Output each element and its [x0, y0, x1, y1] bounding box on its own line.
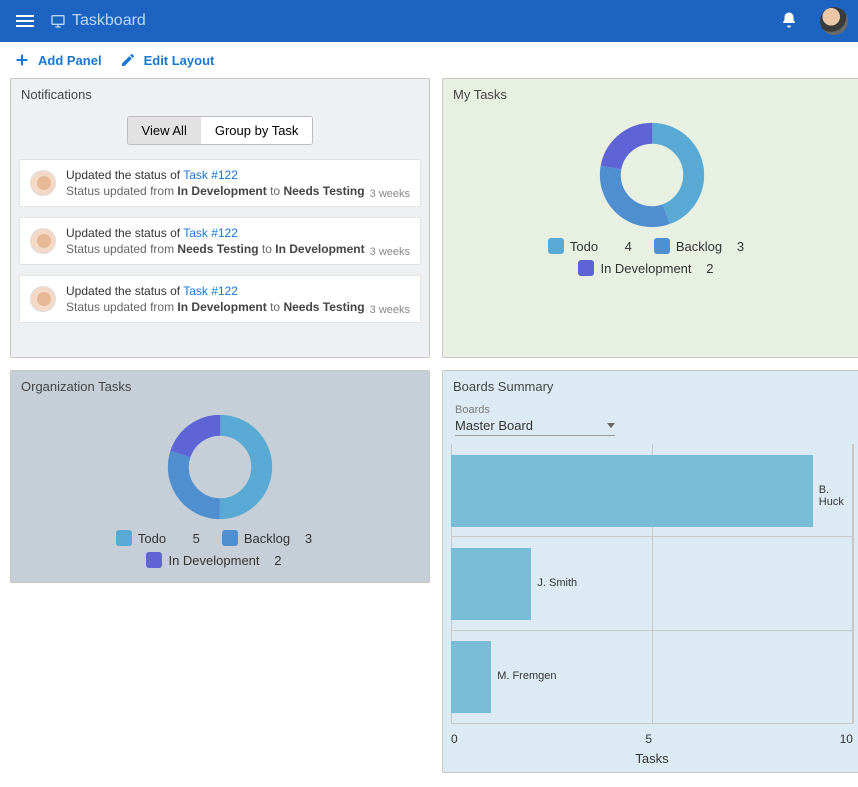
my-tasks-donut: [597, 120, 707, 230]
legend-value: 2: [698, 261, 714, 276]
legend-value: 4: [616, 239, 632, 254]
legend-item: In Development 2: [578, 260, 725, 276]
legend-label: In Development: [600, 261, 691, 276]
add-panel-label: Add Panel: [38, 53, 102, 68]
legend-swatch: [146, 552, 162, 568]
org-tasks-donut: [165, 412, 275, 522]
legend-swatch: [548, 238, 564, 254]
legend-value: 3: [296, 531, 312, 546]
legend-swatch: [222, 530, 238, 546]
bar-label: J. Smith: [537, 577, 577, 589]
tick-label: 10: [840, 732, 853, 746]
notification-time: 3 weeks: [370, 246, 410, 258]
topbar: Taskboard: [0, 0, 858, 42]
boards-select[interactable]: Boards Master Board: [443, 402, 858, 436]
notification-avatar: [30, 228, 56, 254]
notification-time: 3 weeks: [370, 304, 410, 316]
boards-select-value: Master Board: [455, 418, 533, 433]
panel-my-tasks: My Tasks Todo 4 Backlog 3 In Development 2: [442, 78, 858, 358]
tab-view-all[interactable]: View All: [128, 117, 201, 144]
legend-label: In Development: [168, 553, 259, 568]
notifications-tabs: View All Group by Task: [11, 110, 429, 155]
task-link[interactable]: Task #122: [183, 226, 238, 240]
notification-avatar: [30, 170, 56, 196]
notification-time: 3 weeks: [370, 188, 410, 200]
panel-boards-summary: Boards Summary Boards Master Board 0510 …: [442, 370, 858, 773]
legend-value: 3: [728, 239, 744, 254]
dashboard-toolbar: Add Panel Edit Layout: [0, 42, 858, 78]
bar-label: M. Fremgen: [497, 670, 556, 682]
legend-value: 2: [266, 553, 282, 568]
notification-detail: Status updated from In Development to Ne…: [66, 300, 365, 314]
notification-list: Updated the status of Task #122 Status up…: [11, 155, 429, 357]
panel-title: Notifications: [11, 79, 429, 110]
app-logo[interactable]: Taskboard: [50, 12, 146, 30]
legend-label: Backlog: [244, 531, 290, 546]
notification-avatar: [30, 286, 56, 312]
app-title: Taskboard: [72, 12, 146, 30]
x-axis-ticks: 0 5 10: [451, 732, 853, 746]
notification-title: Updated the status of Task #122: [66, 168, 365, 182]
legend-swatch: [116, 530, 132, 546]
panel-title: Boards Summary: [443, 371, 858, 402]
chevron-down-icon: [607, 423, 615, 428]
bar-label: B. Huck: [819, 484, 853, 508]
bar: [451, 455, 813, 527]
legend-label: Backlog: [676, 239, 722, 254]
user-avatar[interactable]: [820, 7, 848, 35]
bar: [451, 548, 531, 620]
legend-item: Todo 5: [116, 530, 212, 546]
panel-org-tasks: Organization Tasks Todo5Backlog3In Devel…: [10, 370, 430, 583]
edit-layout-button[interactable]: Edit Layout: [120, 52, 215, 68]
notification-title: Updated the status of Task #122: [66, 284, 365, 298]
notification-item[interactable]: Updated the status of Task #122 Status up…: [19, 275, 421, 323]
tick-label: 0: [451, 732, 458, 746]
tab-group-by-task[interactable]: Group by Task: [201, 117, 313, 144]
legend-swatch: [654, 238, 670, 254]
panel-title: My Tasks: [443, 79, 858, 110]
notification-title: Updated the status of Task #122: [66, 226, 365, 240]
menu-icon[interactable]: [10, 9, 40, 33]
edit-layout-label: Edit Layout: [144, 53, 215, 68]
add-panel-button[interactable]: Add Panel: [14, 52, 102, 68]
boards-select-label: Boards: [455, 404, 849, 416]
notification-detail: Status updated from In Development to Ne…: [66, 184, 365, 198]
legend-item: Backlog 3: [222, 530, 324, 546]
bar: [451, 641, 491, 713]
bell-icon[interactable]: [774, 5, 804, 38]
task-link[interactable]: Task #122: [183, 168, 238, 182]
notification-detail: Status updated from Needs Testing to In …: [66, 242, 365, 256]
my-tasks-legend: Todo 4 Backlog 3 In Development 2: [502, 238, 802, 276]
legend-item: In Development 2: [146, 552, 293, 568]
legend-item: Todo 4: [548, 238, 644, 254]
x-axis-label: Tasks: [451, 751, 853, 766]
org-tasks-legend: Todo 5 Backlog 3 In Development 2: [70, 530, 370, 568]
tick-label: 5: [645, 732, 652, 746]
legend-value: 5: [184, 531, 200, 546]
legend-label: Todo: [138, 531, 178, 546]
task-link[interactable]: Task #122: [183, 284, 238, 298]
panel-title: Organization Tasks: [11, 371, 429, 402]
notification-item[interactable]: Updated the status of Task #122 Status up…: [19, 217, 421, 265]
legend-label: Todo: [570, 239, 610, 254]
panel-notifications: Notifications View All Group by Task Upd…: [10, 78, 430, 358]
legend-swatch: [578, 260, 594, 276]
legend-item: Backlog 3: [654, 238, 756, 254]
notification-item[interactable]: Updated the status of Task #122 Status up…: [19, 159, 421, 207]
boards-bar-chart: 0510 Tasks B. HuckJ. SmithM. Fremgen: [451, 444, 853, 724]
